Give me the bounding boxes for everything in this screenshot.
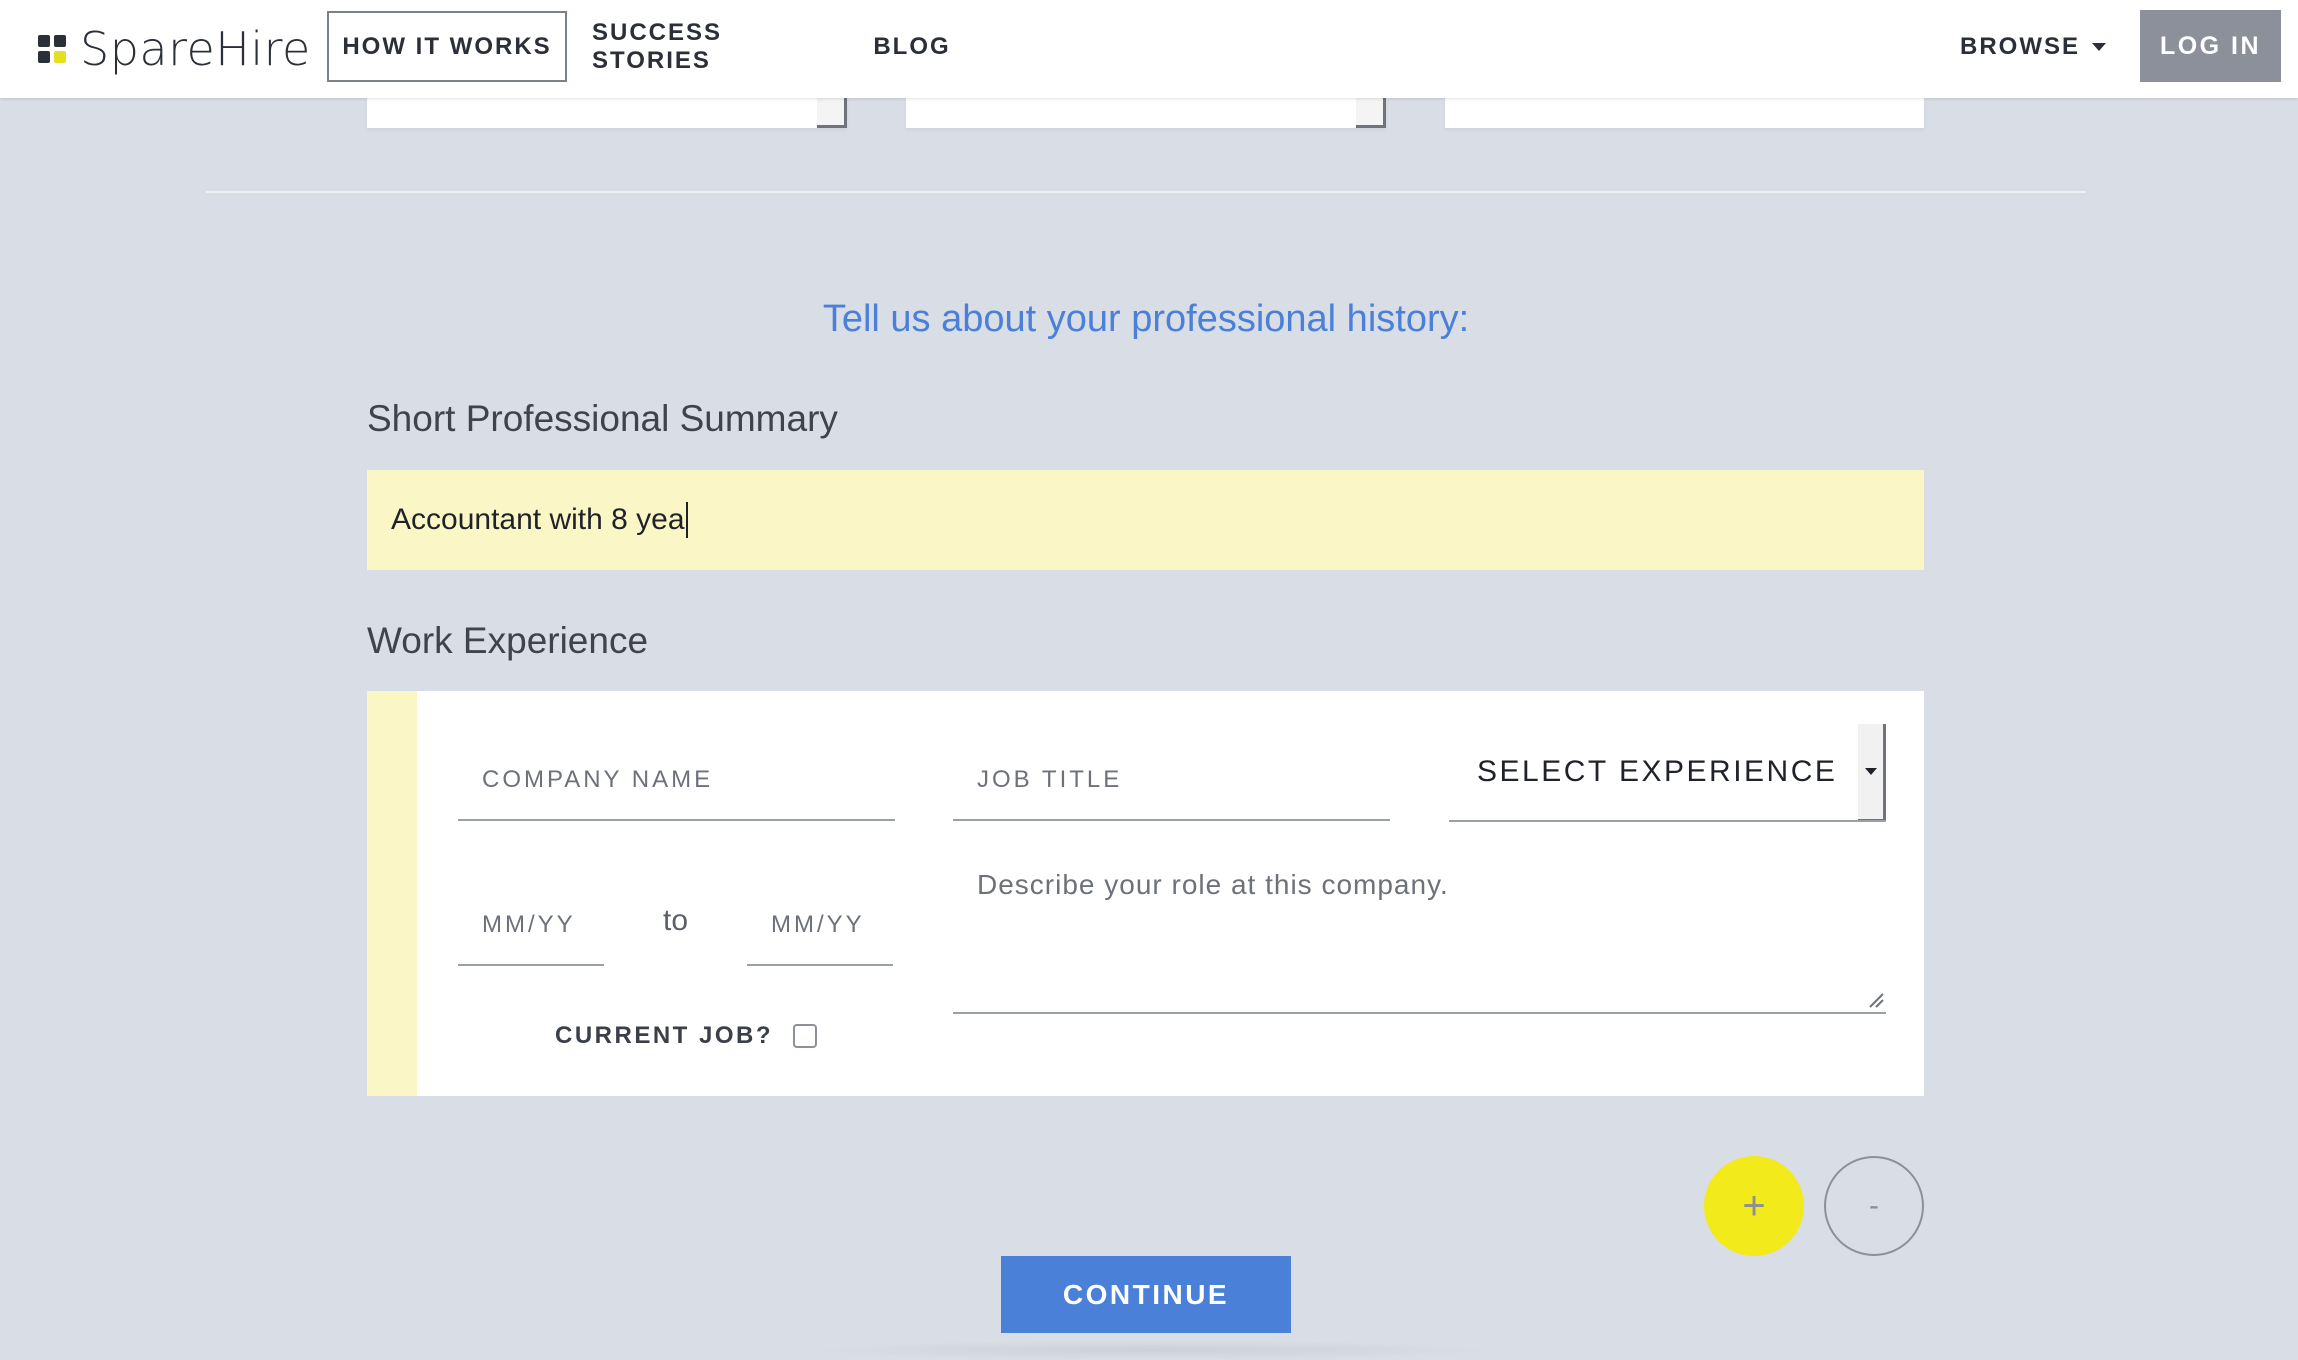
add-experience-button[interactable]: +: [1704, 1156, 1804, 1256]
nav-success-stories[interactable]: SUCCESS STORIES: [592, 11, 832, 82]
nav-browse-dropdown[interactable]: BROWSE: [1958, 11, 2108, 82]
work-experience-label: Work Experience: [367, 620, 649, 661]
end-date-input[interactable]: MM/YY: [747, 886, 893, 966]
nav-how-it-works[interactable]: HOW IT WORKS: [327, 11, 567, 82]
remove-experience-button[interactable]: -: [1824, 1156, 1924, 1256]
role-description-textarea[interactable]: Describe your role at this company.: [953, 869, 1886, 1014]
sparehire-logo[interactable]: SpareHire: [38, 22, 311, 76]
previous-field-2[interactable]: [906, 98, 1386, 128]
start-date-placeholder: MM/YY: [482, 911, 576, 938]
current-job-label: CURRENT JOB?: [555, 1022, 774, 1049]
experience-type-value: SELECT EXPERIENCE TYPE: [1477, 755, 1847, 788]
current-job-group: CURRENT JOB?: [555, 1016, 818, 1056]
footer-shadow: [800, 1340, 1500, 1360]
text-cursor: [685, 502, 688, 538]
work-experience-card: COMPANY NAME JOB TITLE SELECT EXPERIENCE…: [367, 691, 1924, 1096]
job-title-placeholder: JOB TITLE: [977, 766, 1123, 793]
logo-text: SpareHire: [80, 22, 311, 76]
select-handle-icon: [817, 98, 847, 128]
job-title-input[interactable]: JOB TITLE: [953, 741, 1390, 821]
top-navbar: SpareHire HOW IT WORKS SUCCESS STORIES B…: [0, 0, 2298, 98]
section-title: Tell us about your professional history:: [822, 298, 1470, 340]
logo-grid-icon: [38, 35, 66, 63]
dropdown-arrow-icon[interactable]: [1858, 724, 1886, 820]
company-name-placeholder: COMPANY NAME: [482, 766, 714, 793]
previous-field-1[interactable]: [367, 98, 847, 128]
login-button[interactable]: LOG IN: [2140, 10, 2281, 82]
professional-summary-input[interactable]: Accountant with 8 yea: [367, 470, 1924, 570]
date-range-separator: to: [663, 904, 689, 937]
previous-field-3[interactable]: [1445, 98, 1924, 128]
summary-label: Short Professional Summary: [367, 398, 838, 439]
continue-button[interactable]: CONTINUE: [1001, 1256, 1291, 1333]
browse-label: BROWSE: [1960, 32, 2080, 60]
start-date-input[interactable]: MM/YY: [458, 886, 604, 966]
end-date-placeholder: MM/YY: [771, 911, 865, 938]
resize-handle-icon[interactable]: [1866, 990, 1884, 1008]
section-divider: [206, 191, 2086, 193]
experience-type-select[interactable]: SELECT EXPERIENCE TYPE: [1449, 724, 1886, 822]
nav-blog[interactable]: BLOG: [872, 11, 952, 82]
select-handle-icon: [1356, 98, 1386, 128]
description-placeholder: Describe your role at this company.: [977, 869, 1449, 900]
company-name-input[interactable]: COMPANY NAME: [458, 741, 895, 821]
current-job-checkbox[interactable]: [793, 1024, 818, 1048]
caret-down-icon: [2092, 42, 2106, 51]
summary-value: Accountant with 8 yea: [391, 503, 685, 536]
card-accent-strip: [367, 691, 417, 1096]
